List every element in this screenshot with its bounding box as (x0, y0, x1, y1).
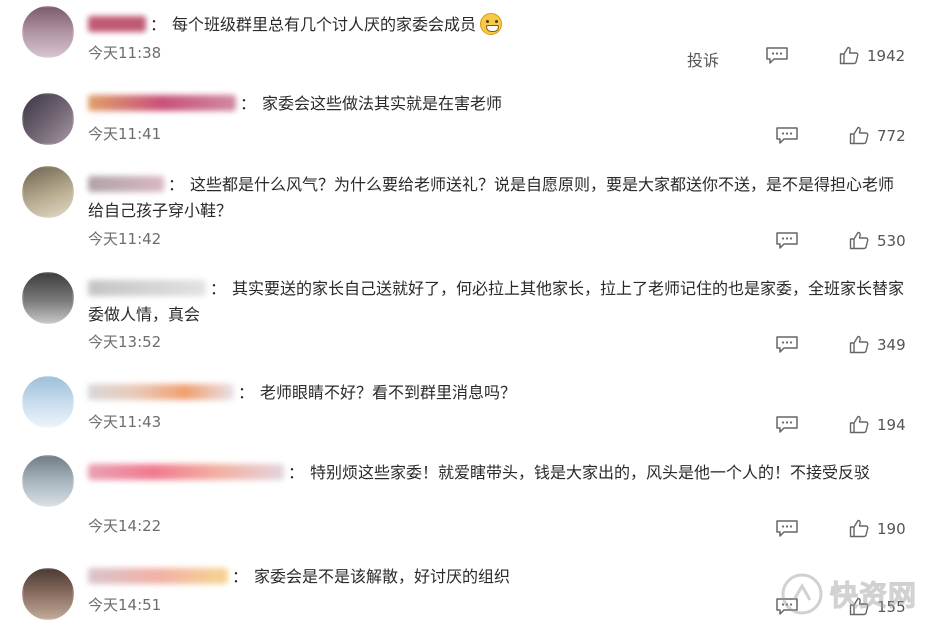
site-watermark: 快资网 (780, 572, 917, 616)
watermark-text: 快资网 (829, 579, 918, 613)
thumbs-up-icon (849, 415, 869, 434)
avatar[interactable] (22, 376, 74, 428)
grin-emoji-icon (480, 13, 503, 35)
like-button[interactable]: 190 (849, 519, 906, 538)
like-button[interactable]: 349 (849, 335, 906, 354)
thumbs-up-icon (849, 335, 869, 354)
comment-icon[interactable] (775, 335, 799, 353)
comment-text: ：这些都是什么风气？为什么要给老师送礼？说是自愿原则，要是大家都送你不送，是不是… (88, 175, 895, 220)
thumbs-up-icon (849, 519, 869, 538)
comment-icon[interactable] (775, 415, 799, 433)
comment-text: ：特别烦这些家委！就爱瞎带头，钱是大家出的，风头是他一个人的！不接受反驳 (88, 460, 907, 486)
comment-icon[interactable] (775, 126, 799, 144)
username[interactable] (88, 384, 234, 400)
comment-time: 今天14:51 (88, 596, 162, 614)
thumbs-up-icon (849, 231, 869, 250)
avatar[interactable] (22, 166, 74, 218)
comment-time: 今天11:43 (88, 413, 162, 431)
like-button[interactable]: 194 (849, 415, 906, 434)
avatar[interactable] (22, 272, 74, 324)
comment-icon[interactable] (775, 231, 799, 249)
thumbs-up-icon (839, 46, 859, 65)
like-count: 530 (877, 231, 906, 250)
thumbs-up-icon (849, 126, 869, 145)
comment-time: 今天14:22 (88, 517, 162, 535)
like-count: 349 (877, 335, 906, 354)
username[interactable] (88, 95, 236, 111)
username[interactable] (88, 16, 146, 32)
like-count: 772 (877, 126, 906, 145)
like-button[interactable]: 1942 (839, 46, 905, 65)
like-count: 194 (877, 415, 906, 434)
comment-time: 今天11:41 (88, 125, 162, 143)
username[interactable] (88, 568, 228, 584)
comment-text: ：其实要送的家长自己送就好了，何必拉上其他家长，拉上了老师记住的也是家委，全班家… (88, 279, 905, 324)
watermark-logo-icon (781, 573, 823, 615)
username[interactable] (88, 176, 164, 192)
like-button[interactable]: 530 (849, 231, 906, 250)
like-button[interactable]: 772 (849, 126, 906, 145)
comment-time: 今天11:38 (88, 44, 162, 62)
avatar[interactable] (22, 455, 74, 507)
comment-icon[interactable] (775, 519, 799, 537)
username[interactable] (88, 280, 206, 296)
comment-text: ：每个班级群里总有几个讨人厌的家委会成员 (88, 12, 907, 38)
report-button[interactable]: 投诉 (687, 47, 719, 71)
avatar[interactable] (22, 93, 74, 145)
avatar[interactable] (22, 6, 74, 58)
like-count: 190 (877, 519, 906, 538)
comment-time: 今天13:52 (88, 333, 162, 351)
username[interactable] (88, 464, 284, 480)
comment-text: ：老师眼睛不好？看不到群里消息吗？ (88, 380, 907, 406)
comment-time: 今天11:42 (88, 230, 162, 248)
comment-icon[interactable] (765, 46, 789, 64)
avatar[interactable] (22, 568, 74, 620)
like-count: 1942 (867, 46, 906, 65)
comment-text: ：家委会这些做法其实就是在害老师 (88, 91, 907, 117)
